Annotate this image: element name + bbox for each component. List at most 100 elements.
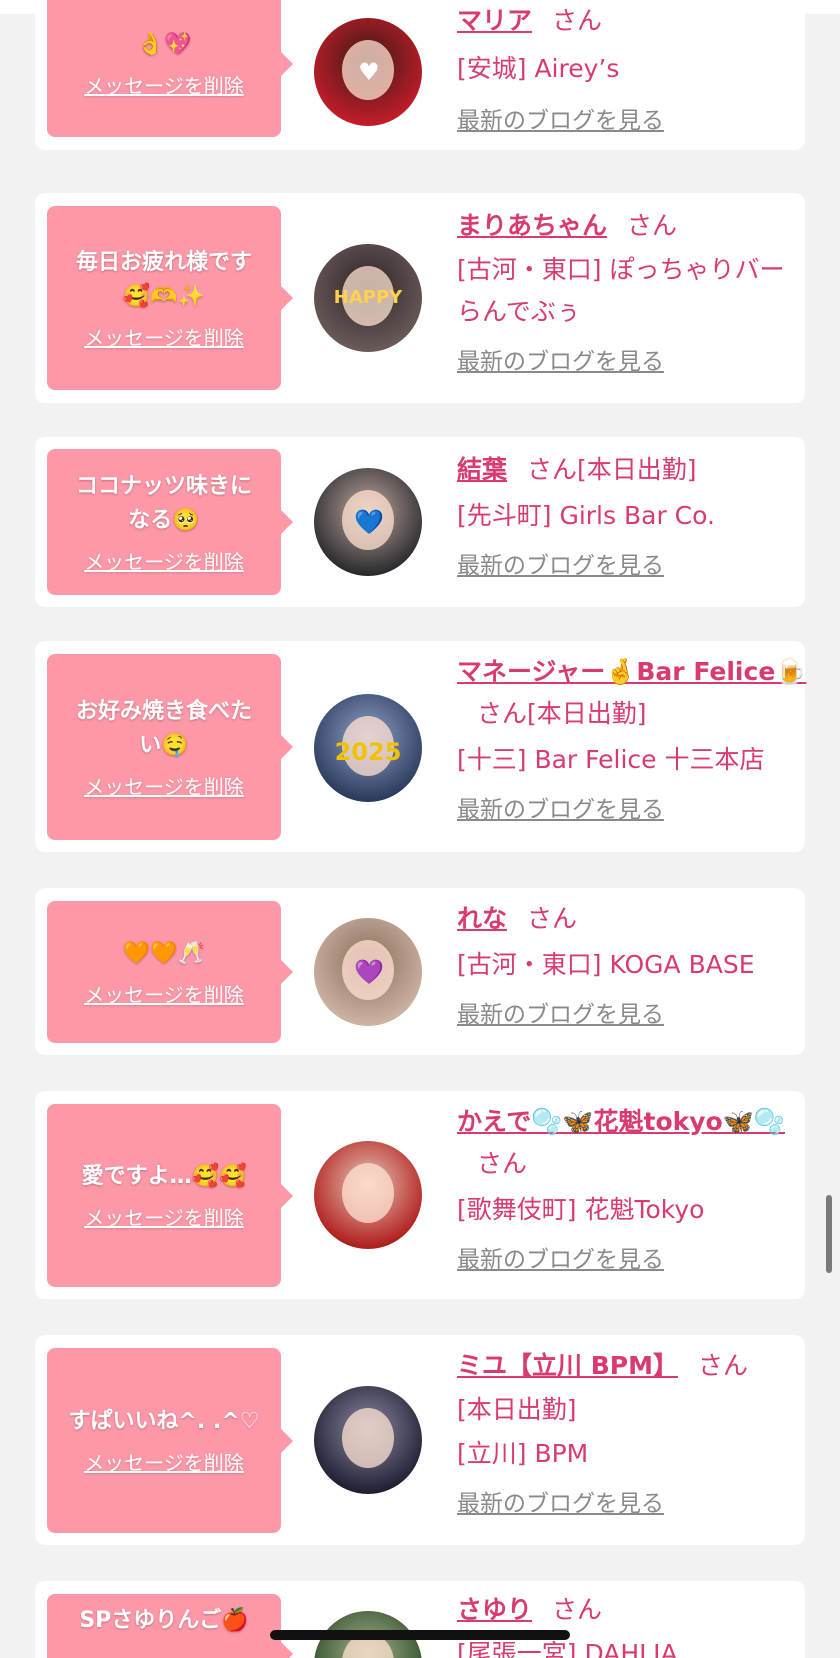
honorific: さん: [477, 1149, 528, 1178]
card-info: れな さん [古河・東口] KOGA BASE 最新のブログを見る: [457, 898, 817, 1036]
message-text: すぱいいね^. .^♡: [68, 1409, 260, 1434]
user-name-link[interactable]: マネージャー🤞Bar Felice🍺: [457, 657, 806, 686]
message-text: 毎日お疲れ様です: [75, 249, 252, 275]
card-info: かえで🫧🦋花魁tokyo🦋🫧 さん [歌舞伎町] 花魁Tokyo 最新のブログを見…: [457, 1101, 817, 1281]
avatar[interactable]: 💙: [314, 468, 422, 576]
message-list: 👌💖 メッセージを削除 ♥ マリア さん [安城] Airey’s 最新のブログを…: [0, 0, 840, 1658]
message-text: 🧡🧡🥂: [122, 940, 206, 966]
name-row: れな さん: [457, 898, 817, 940]
shop-name: [歌舞伎町] 花魁Tokyo: [457, 1195, 705, 1224]
message-card: すぱいいね^. .^♡ メッセージを削除 ミユ【立川 BPM】 さん [本日出勤]…: [35, 1335, 805, 1545]
heart-sticker-icon: ♥: [358, 58, 380, 86]
message-text: 👌💖: [136, 32, 192, 57]
shop-name: [古河・東口] ぽっちゃりバー らんでぶぅ: [457, 255, 785, 326]
message-bubble: お好み焼き食べた い🤤 メッセージを削除: [47, 654, 293, 840]
scrollbar[interactable]: [826, 1195, 832, 1273]
name-row: マネージャー🤞Bar Felice🍺 さん[本日出勤]: [457, 651, 817, 735]
message-bubble: 毎日お疲れ様です 🥰🫶✨ メッセージを削除: [47, 206, 293, 390]
card-info: マネージャー🤞Bar Felice🍺 さん[本日出勤] [十三] Bar Feli…: [457, 651, 817, 831]
latest-blog-link[interactable]: 最新のブログを見る: [457, 789, 817, 831]
on-duty-status: [本日出勤]: [577, 455, 697, 484]
shop-name: [安城] Airey’s: [457, 54, 620, 83]
latest-blog-link[interactable]: 最新のブログを見る: [457, 100, 817, 142]
user-name-link[interactable]: かえで🫧🦋花魁tokyo🦋🫧: [457, 1107, 785, 1136]
message-text: い🤤: [139, 732, 189, 758]
delete-message-link[interactable]: メッセージを削除: [84, 1447, 244, 1476]
name-row: マリア さん: [457, 0, 817, 42]
user-name-link[interactable]: マリア: [457, 6, 532, 35]
message-text: なる🥺: [128, 507, 200, 533]
name-row: 結葉 さん[本日出勤]: [457, 449, 817, 491]
name-row: ミユ【立川 BPM】 さん: [457, 1345, 817, 1387]
message-card: 毎日お疲れ様です 🥰🫶✨ メッセージを削除 HAPPY まりあちゃん さん [古河…: [35, 193, 805, 403]
avatar[interactable]: [314, 1141, 422, 1249]
honorific: さん: [552, 6, 603, 35]
delete-message-link[interactable]: メッセージを削除: [84, 546, 244, 575]
avatar-face: [342, 1408, 394, 1468]
latest-blog-link[interactable]: 最新のブログを見る: [457, 1483, 817, 1525]
shop-name: [古河・東口] KOGA BASE: [457, 950, 755, 979]
user-name-link[interactable]: れな: [457, 904, 507, 933]
avatar[interactable]: HAPPY: [314, 244, 422, 352]
honorific: さん: [477, 699, 528, 728]
shop-name: [立川] BPM: [457, 1439, 589, 1468]
card-info: ミユ【立川 BPM】 さん [本日出勤] [立川] BPM 最新のブログを見る: [457, 1345, 817, 1525]
honorific: さん: [527, 904, 578, 933]
message-bubble: 👌💖 メッセージを削除: [47, 0, 293, 137]
message-card: お好み焼き食べた い🤤 メッセージを削除 2025 マネージャー🤞Bar Fel…: [35, 641, 806, 852]
honorific: さん: [527, 455, 578, 484]
user-name-link[interactable]: さゆり: [457, 1595, 532, 1624]
message-card: ココナッツ味きに なる🥺 メッセージを削除 💙 結葉 さん[本日出勤] [先斗町]…: [35, 437, 805, 607]
user-name-link[interactable]: ミユ【立川 BPM】: [457, 1351, 678, 1380]
message-card: 👌💖 メッセージを削除 ♥ マリア さん [安城] Airey’s 最新のブログを…: [35, 0, 805, 150]
avatar[interactable]: [314, 1386, 422, 1494]
avatar[interactable]: ♥: [314, 18, 422, 126]
message-card: 🧡🧡🥂 メッセージを削除 💜 れな さん [古河・東口] KOGA BASE 最新…: [35, 888, 805, 1055]
delete-message-link[interactable]: メッセージを削除: [84, 1202, 244, 1231]
card-info: まりあちゃん さん [古河・東口] ぽっちゃりバー らんでぶぅ 最新のブログを見る: [457, 205, 817, 383]
message-bubble: すぱいいね^. .^♡ メッセージを削除: [47, 1348, 293, 1533]
message-bubble: SPさゆりんご🍎: [47, 1594, 293, 1658]
user-name-link[interactable]: まりあちゃん: [457, 211, 607, 240]
honorific: さん: [552, 1595, 603, 1624]
card-info: マリア さん [安城] Airey’s 最新のブログを見る: [457, 0, 817, 142]
name-row: まりあちゃん さん: [457, 205, 817, 247]
happy-sticker-icon: HAPPY: [333, 287, 403, 308]
shop-name: [先斗町] Girls Bar Co.: [457, 501, 715, 530]
message-text: お好み焼き食べた: [75, 698, 252, 724]
latest-blog-link[interactable]: 最新のブログを見る: [457, 994, 817, 1036]
message-text: SPさゆりんご🍎: [79, 1608, 249, 1633]
delete-message-link[interactable]: メッセージを削除: [84, 322, 244, 351]
home-indicator[interactable]: [270, 1630, 570, 1640]
delete-message-link[interactable]: メッセージを削除: [84, 70, 244, 99]
latest-blog-link[interactable]: 最新のブログを見る: [457, 545, 817, 587]
message-card: 愛ですよ…🥰🥰 メッセージを削除 かえで🫧🦋花魁tokyo🦋🫧 さん [歌舞伎町]…: [35, 1091, 805, 1299]
shop-name: [十三] Bar Felice 十三本店: [457, 745, 765, 774]
avatar-face: [342, 1163, 394, 1223]
latest-blog-link[interactable]: 最新のブログを見る: [457, 1239, 817, 1281]
on-duty-status: [本日出勤]: [457, 1395, 577, 1424]
message-text: ココナッツ味きに: [75, 473, 252, 499]
avatar[interactable]: 2025: [314, 694, 422, 802]
latest-blog-link[interactable]: 最新のブログを見る: [457, 341, 817, 383]
card-info: さゆり さん [尾張一宮] DAHLIA: [457, 1589, 817, 1658]
user-name-link[interactable]: 結葉: [457, 455, 507, 484]
card-info: 結葉 さん[本日出勤] [先斗町] Girls Bar Co. 最新のブログを見る: [457, 449, 817, 587]
name-row: かえで🫧🦋花魁tokyo🦋🫧 さん: [457, 1101, 817, 1185]
honorific: さん: [697, 1351, 748, 1380]
delete-message-link[interactable]: メッセージを削除: [84, 771, 244, 800]
delete-message-link[interactable]: メッセージを削除: [84, 979, 244, 1008]
year-2025-sticker-icon: 2025: [334, 738, 402, 766]
purple-heart-sticker-icon: 💜: [354, 958, 384, 986]
honorific: さん: [627, 211, 678, 240]
on-duty-status: [本日出勤]: [527, 699, 647, 728]
message-bubble: 🧡🧡🥂 メッセージを削除: [47, 901, 293, 1043]
message-card: SPさゆりんご🍎 さゆり さん [尾張一宮] DAHLIA: [35, 1581, 805, 1658]
message-bubble: 愛ですよ…🥰🥰 メッセージを削除: [47, 1104, 293, 1287]
message-text: 愛ですよ…🥰🥰: [81, 1164, 247, 1189]
avatar[interactable]: 💜: [314, 918, 422, 1026]
message-bubble: ココナッツ味きに なる🥺 メッセージを削除: [47, 449, 293, 595]
name-row: さゆり さん: [457, 1589, 817, 1631]
blue-heart-sticker-icon: 💙: [354, 508, 384, 536]
message-text: 🥰🫶✨: [122, 283, 206, 309]
